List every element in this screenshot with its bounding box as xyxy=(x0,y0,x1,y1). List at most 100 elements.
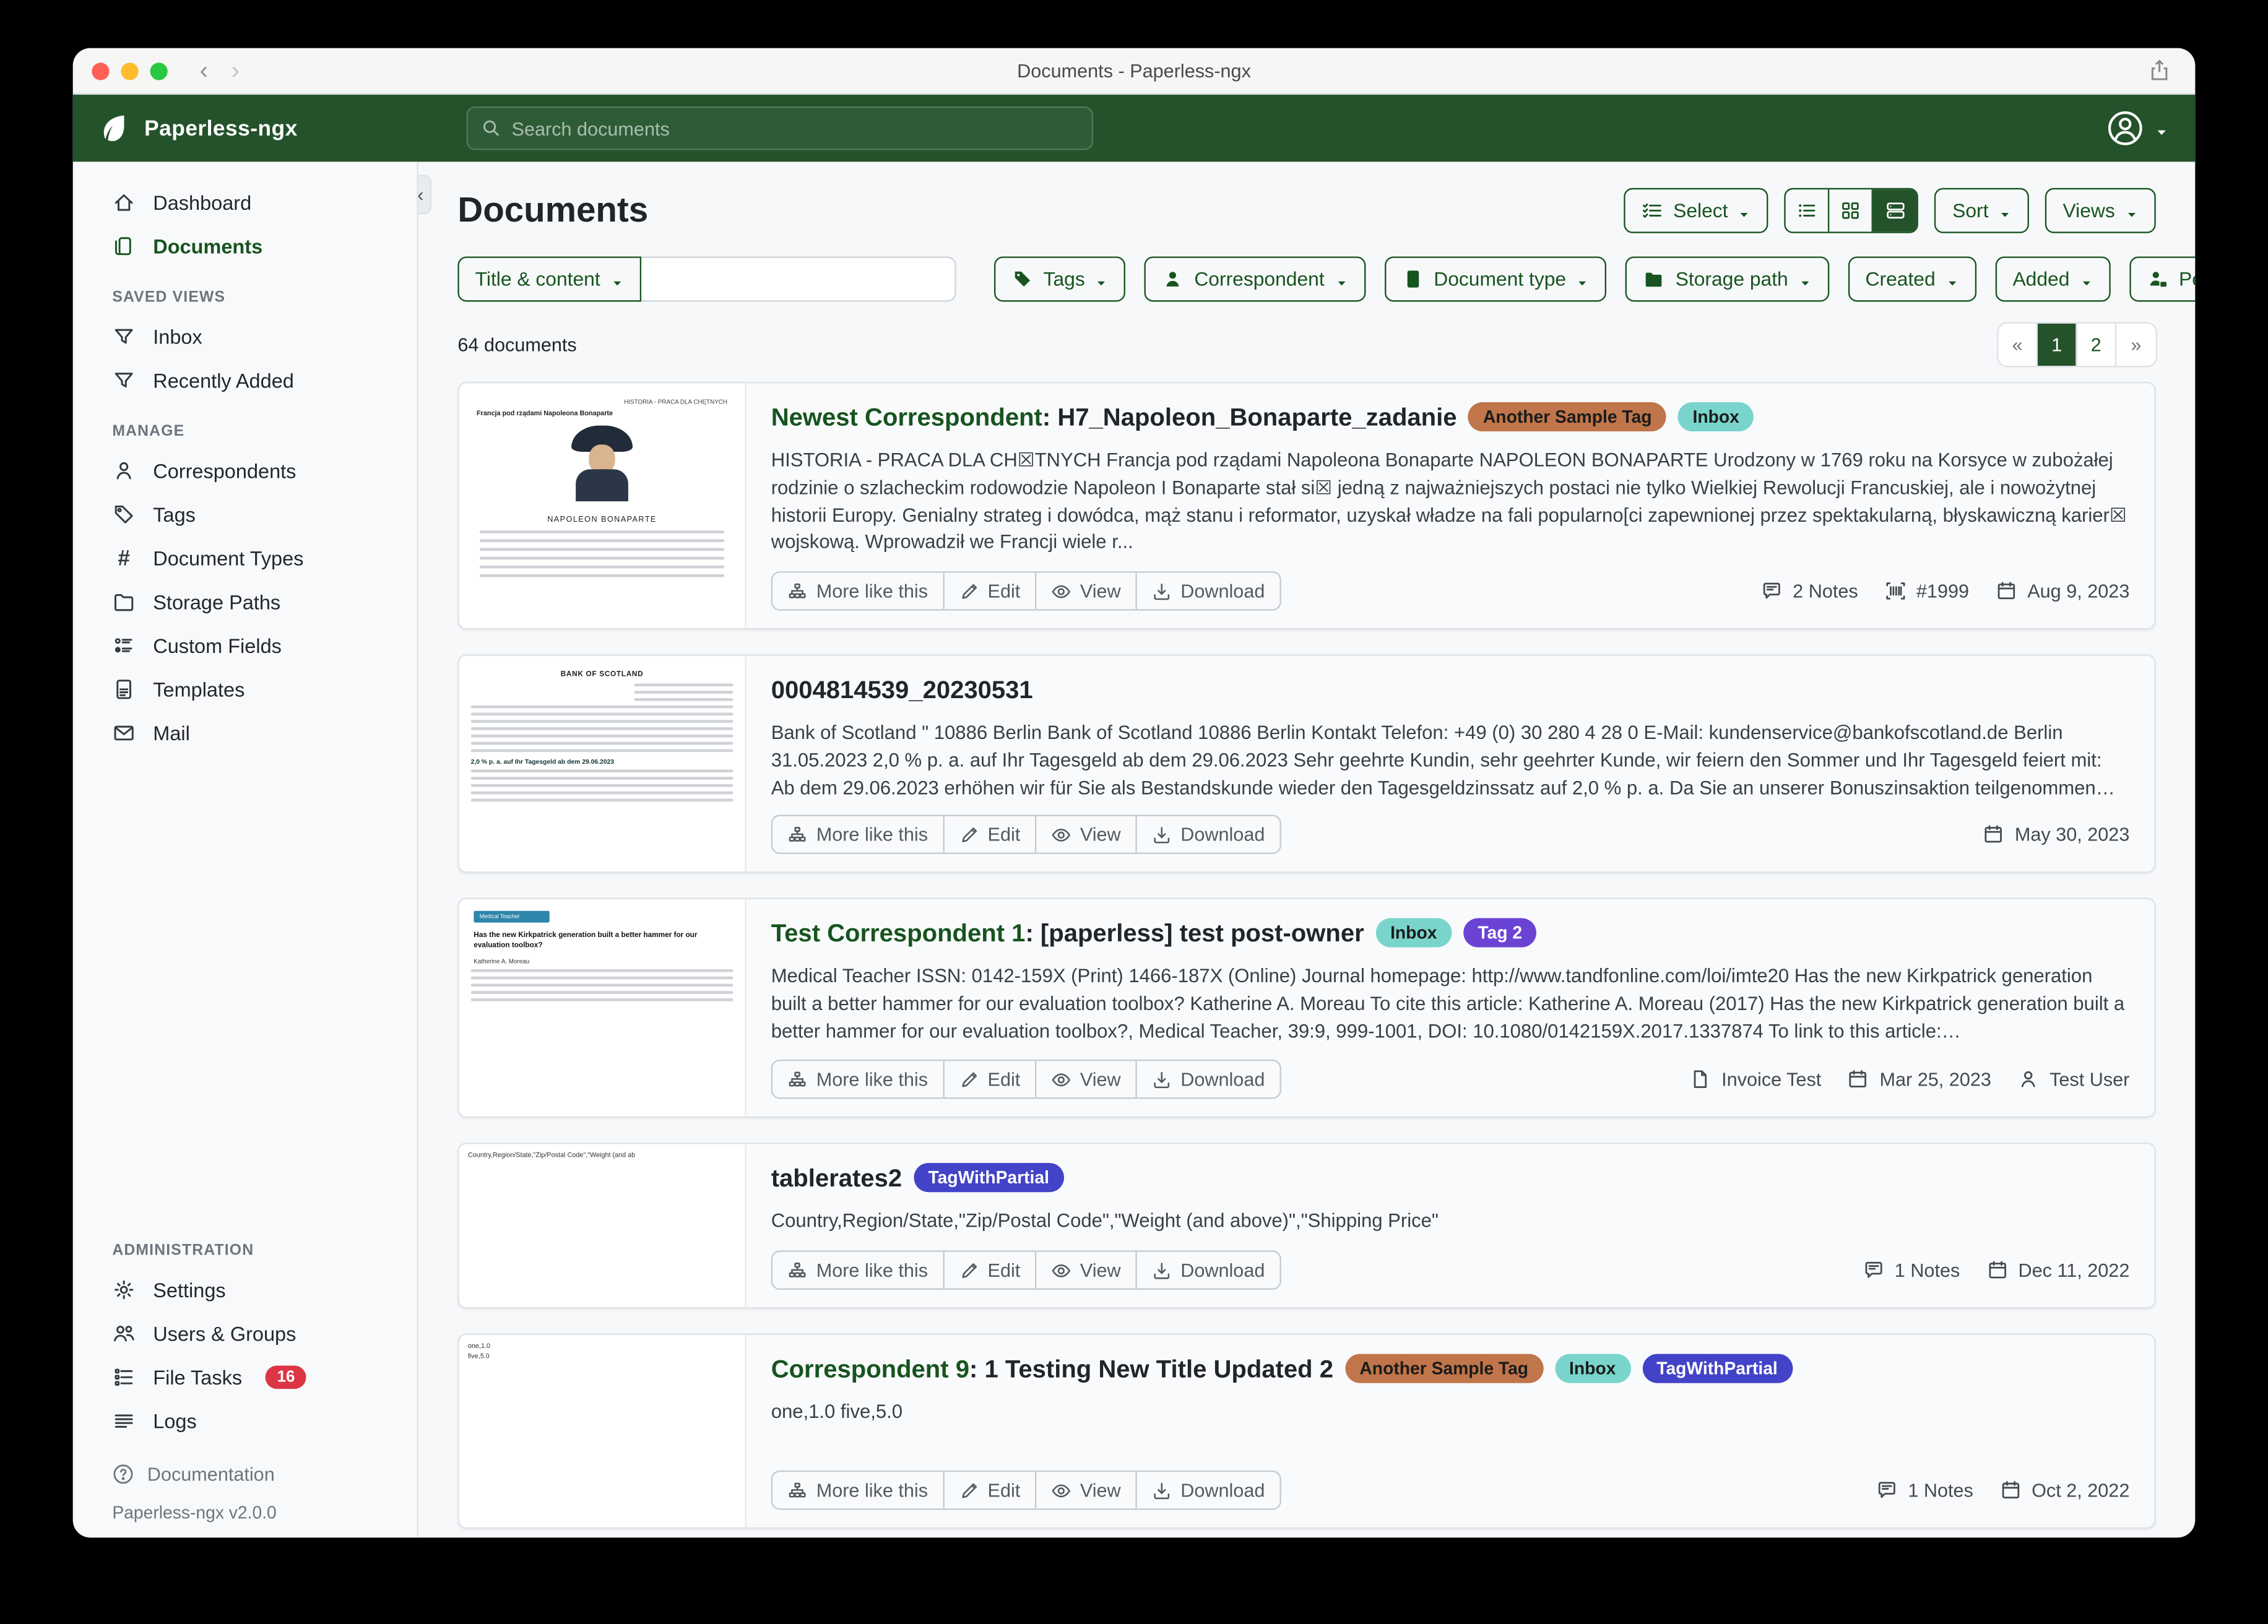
documentation-link[interactable]: Documentation xyxy=(112,1463,378,1485)
view-list-button[interactable] xyxy=(1786,189,1830,231)
view-button[interactable]: View xyxy=(1036,1061,1136,1097)
document-title-link[interactable]: 1 Testing New Title Updated 2 xyxy=(984,1355,1333,1383)
document-title-link[interactable]: [paperless] test post-owner xyxy=(1041,920,1364,948)
document-thumbnail[interactable]: Medical TeacherHas the new Kirkpatrick g… xyxy=(459,899,747,1116)
more-button[interactable]: More like this xyxy=(773,1252,944,1289)
document-title-link[interactable]: 0004814539_20230531 xyxy=(771,676,1033,704)
sidebar-item-templates[interactable]: Templates xyxy=(73,667,417,711)
sidebar-item-correspondents[interactable]: Correspondents xyxy=(73,449,417,493)
sidebar-item-dashboard[interactable]: Dashboard xyxy=(73,181,417,225)
tag-pill[interactable]: TagWithPartial xyxy=(914,1163,1064,1192)
document-thumbnail[interactable]: BANK OF SCOTLAND2,0 % p. a. auf Ihr Tage… xyxy=(459,656,747,872)
document-thumbnail[interactable]: Country,Region/State,"Zip/Postal Code","… xyxy=(459,1144,747,1308)
more-button[interactable]: More like this xyxy=(773,572,944,609)
download-button[interactable]: Download xyxy=(1137,1472,1279,1508)
edit-button[interactable]: Edit xyxy=(944,1061,1036,1097)
edit-button[interactable]: Edit xyxy=(944,1252,1036,1289)
meta-label: #1999 xyxy=(1916,580,1969,602)
sidebar-item-users-groups[interactable]: Users & Groups xyxy=(73,1311,417,1355)
user-menu[interactable] xyxy=(2106,110,2169,147)
thumb-text-line xyxy=(480,574,725,577)
document-meta: Invoice TestMar 25, 2023Test User xyxy=(1689,1068,2129,1090)
app-brand[interactable]: Paperless-ngx xyxy=(98,112,298,144)
document-correspondent-link[interactable]: Test Correspondent 1 xyxy=(771,920,1026,948)
pagination-page-1[interactable]: 1 xyxy=(2038,324,2077,366)
view-label: View xyxy=(1080,580,1121,602)
sidebar-item-tags[interactable]: Tags xyxy=(73,493,417,537)
more-label: More like this xyxy=(816,1479,928,1501)
sidebar-item-settings[interactable]: Settings xyxy=(73,1268,417,1312)
more-button[interactable]: More like this xyxy=(773,1472,944,1508)
storage-path-filter-button[interactable]: Storage path xyxy=(1626,256,1829,301)
view-button[interactable]: View xyxy=(1036,572,1136,609)
permissions-filter-button[interactable]: Permissions xyxy=(2129,256,2195,301)
view-detail-button[interactable] xyxy=(1874,189,1918,231)
sidebar-group: DashboardDocuments xyxy=(73,181,417,268)
people-icon xyxy=(112,1322,136,1345)
sidebar-item-storage-paths[interactable]: Storage Paths xyxy=(73,580,417,624)
document-title-link[interactable]: tablerates2 xyxy=(771,1164,902,1192)
document-card-footer: More like thisEditViewDownloadMay 30, 20… xyxy=(771,800,2130,854)
sidebar-item-inbox[interactable]: Inbox xyxy=(73,315,417,359)
download-button[interactable]: Download xyxy=(1137,1252,1279,1289)
select-button[interactable]: Select xyxy=(1624,188,1768,233)
tag-pill[interactable]: Another Sample Tag xyxy=(1345,1354,1543,1383)
pagination-first[interactable]: « xyxy=(1998,324,2038,366)
document-thumbnail[interactable]: HISTORIA - PRACA DLA CHĘTNYCHFrancja pod… xyxy=(459,383,747,628)
sidebar-item-label: Inbox xyxy=(153,326,202,347)
document-card: Medical TeacherHas the new Kirkpatrick g… xyxy=(457,898,2155,1118)
search-input[interactable] xyxy=(512,118,1079,139)
edit-button[interactable]: Edit xyxy=(944,1472,1036,1508)
views-button[interactable]: Views xyxy=(2045,188,2155,233)
download-button[interactable]: Download xyxy=(1137,1061,1279,1097)
tag-pill[interactable]: TagWithPartial xyxy=(1642,1354,1793,1383)
document-thumbnail[interactable]: one,1.0five,5.0 xyxy=(459,1335,747,1527)
more-label: More like this xyxy=(816,1068,928,1090)
calendar-icon xyxy=(1999,1479,2021,1501)
edit-button[interactable]: Edit xyxy=(944,816,1036,853)
tag-pill[interactable]: Inbox xyxy=(1376,918,1452,948)
view-button[interactable]: View xyxy=(1036,816,1136,853)
barcode-icon xyxy=(1884,580,1906,602)
download-button[interactable]: Download xyxy=(1137,816,1279,853)
eye-icon xyxy=(1051,1260,1071,1281)
document-type-filter-button[interactable]: Document type xyxy=(1384,256,1607,301)
sidebar-item-recently-added[interactable]: Recently Added xyxy=(73,358,417,402)
title-content-input[interactable] xyxy=(641,256,956,301)
thumb-text-line xyxy=(471,998,734,1001)
sort-button[interactable]: Sort xyxy=(1935,188,2030,233)
share-icon[interactable] xyxy=(2147,58,2172,83)
document-correspondent-link[interactable]: Newest Correspondent xyxy=(771,404,1042,431)
sidebar-item-mail[interactable]: Mail xyxy=(73,711,417,755)
global-search[interactable] xyxy=(467,106,1094,150)
created-filter-button[interactable]: Created xyxy=(1848,256,1976,301)
title-content-dropdown[interactable]: Title & content xyxy=(457,256,641,301)
tag-pill[interactable]: Inbox xyxy=(1554,1354,1630,1383)
sidebar-group: SAVED VIEWSInboxRecently Added xyxy=(73,268,417,402)
sidebar-item-document-types[interactable]: #Document Types xyxy=(73,537,417,581)
thumb-text-line xyxy=(471,990,734,993)
tag-pill[interactable]: Another Sample Tag xyxy=(1468,402,1666,431)
added-filter-button[interactable]: Added xyxy=(1995,256,2110,301)
tag-pill[interactable]: Tag 2 xyxy=(1463,918,1537,948)
sidebar-item-file-tasks[interactable]: File Tasks16 xyxy=(73,1355,417,1399)
more-button[interactable]: More like this xyxy=(773,816,944,853)
sidebar-item-logs[interactable]: Logs xyxy=(73,1399,417,1443)
more-button[interactable]: More like this xyxy=(773,1061,944,1097)
tag-pill[interactable]: Inbox xyxy=(1678,402,1754,431)
sidebar-item-custom-fields[interactable]: Custom Fields xyxy=(73,624,417,668)
user-avatar-icon xyxy=(2106,110,2144,147)
tags-filter-button[interactable]: Tags xyxy=(993,256,1125,301)
view-grid-button[interactable] xyxy=(1830,189,1874,231)
correspondent-filter-button[interactable]: Correspondent xyxy=(1145,256,1365,301)
sidebar-item-documents[interactable]: Documents xyxy=(73,225,417,269)
edit-button[interactable]: Edit xyxy=(944,572,1036,609)
download-button[interactable]: Download xyxy=(1137,572,1279,609)
view-button[interactable]: View xyxy=(1036,1472,1136,1508)
pagination-page-2[interactable]: 2 xyxy=(2077,324,2117,366)
document-correspondent-link[interactable]: Correspondent 9 xyxy=(771,1355,969,1383)
pagination-last[interactable]: » xyxy=(2116,324,2156,366)
sidebar-collapse-button[interactable]: « xyxy=(418,175,431,215)
document-title-link[interactable]: H7_Napoleon_Bonaparte_zadanie xyxy=(1057,404,1456,431)
view-button[interactable]: View xyxy=(1036,1252,1136,1289)
